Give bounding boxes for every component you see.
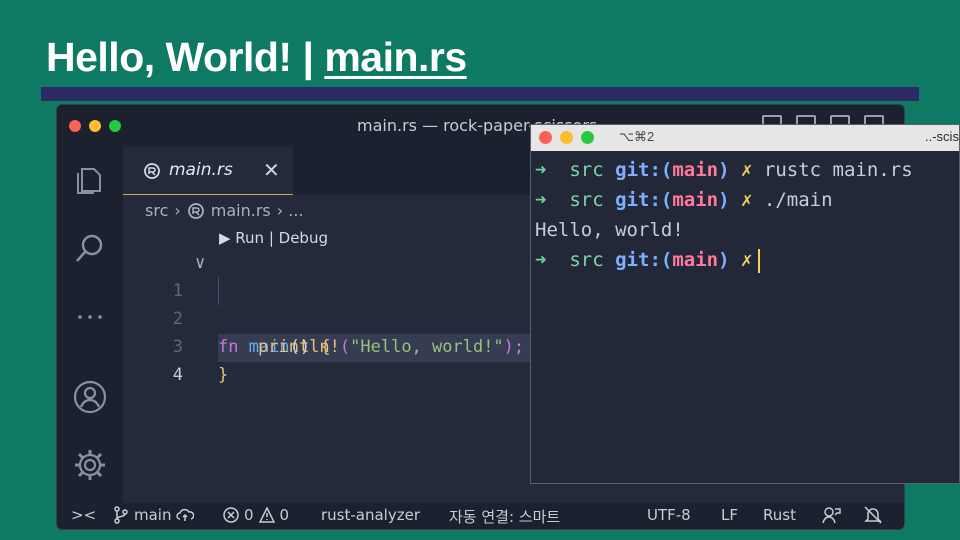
warning-icon bbox=[258, 507, 275, 523]
terminal-line: ➜ src git:(main) ✗ rustc main.rs bbox=[535, 155, 913, 185]
terminal-line: ➜ src git:(main) ✗ bbox=[535, 245, 913, 275]
branch-label: main bbox=[134, 506, 172, 524]
prompt-arrow-icon: ➜ bbox=[535, 159, 547, 181]
error-count: 0 bbox=[244, 506, 254, 524]
code-line: 1 ∨ fn main() { bbox=[123, 249, 533, 357]
status-bar: >< main 0 0 rust-analyzer 자동 연결: 스마트 UTF… bbox=[57, 503, 904, 529]
sync-cloud-icon[interactable] bbox=[176, 507, 195, 523]
prompt-paren: ( bbox=[660, 189, 673, 211]
eol-status[interactable]: LF bbox=[721, 506, 738, 524]
terminal-titlebar: ⌥⌘2 ..-scis bbox=[531, 125, 959, 151]
rust-file-icon bbox=[144, 163, 160, 179]
prompt-dirty-icon: ✗ bbox=[741, 249, 753, 271]
remote-indicator-label: >< bbox=[71, 506, 97, 524]
tab-label: main.rs bbox=[169, 160, 233, 180]
terminal-window-controls bbox=[539, 131, 594, 144]
maximize-window-button[interactable] bbox=[109, 120, 121, 132]
breadcrumb-separator: › bbox=[174, 201, 181, 220]
language-status[interactable]: Rust bbox=[763, 506, 796, 524]
slide-title: Hello, World! | main.rs bbox=[46, 34, 467, 81]
explorer-icon[interactable] bbox=[72, 163, 108, 199]
git-branch-icon bbox=[114, 506, 128, 524]
encoding-status[interactable]: UTF-8 bbox=[647, 506, 691, 524]
slide-title-prefix: Hello, World! | bbox=[46, 34, 325, 80]
warning-count: 0 bbox=[279, 506, 290, 524]
prompt-branch: main bbox=[672, 159, 719, 181]
terminal-command: ./main bbox=[763, 189, 833, 211]
notifications-muted-icon[interactable] bbox=[863, 506, 883, 524]
prompt-dir: src bbox=[569, 159, 604, 181]
window-controls bbox=[69, 120, 121, 132]
tab-main-rs[interactable]: main.rs ✕ bbox=[123, 147, 293, 195]
language-label: Rust bbox=[763, 506, 796, 524]
terminal-cursor bbox=[758, 248, 761, 273]
prompt-dirty-icon: ✗ bbox=[741, 189, 753, 211]
terminal-window: ⌥⌘2 ..-scis ➜ src git:(main) ✗ rustc mai… bbox=[530, 124, 960, 484]
rust-file-icon bbox=[187, 202, 204, 219]
line-number: 4 bbox=[172, 365, 183, 385]
activity-bar bbox=[57, 147, 123, 505]
prompt-git: git: bbox=[615, 189, 661, 211]
remote-indicator-icon[interactable]: >< bbox=[71, 506, 96, 524]
gear-icon[interactable] bbox=[72, 447, 108, 483]
close-tab-icon[interactable]: ✕ bbox=[263, 158, 280, 182]
fold-chevron-icon[interactable]: ∨ bbox=[195, 249, 205, 277]
terminal-maximize-button[interactable] bbox=[581, 131, 594, 144]
minimize-window-button[interactable] bbox=[89, 120, 101, 132]
prompt-branch: main bbox=[672, 189, 719, 211]
breadcrumb: src › main.rs › ... bbox=[145, 201, 304, 220]
rust-analyzer-status[interactable]: rust-analyzer bbox=[321, 506, 420, 524]
prompt-paren: ) bbox=[718, 249, 730, 271]
prompt-paren: ( bbox=[660, 159, 673, 181]
prompt-paren: ) bbox=[718, 189, 730, 211]
terminal-line: ➜ src git:(main) ✗ ./main bbox=[535, 185, 913, 215]
search-icon[interactable] bbox=[72, 231, 108, 267]
slide-title-file: main.rs bbox=[324, 34, 467, 80]
prompt-branch: main bbox=[672, 249, 719, 271]
autosave-status[interactable]: 자동 연결: 스마트 bbox=[449, 506, 560, 527]
prompt-paren: ) bbox=[718, 159, 730, 181]
problems-status[interactable]: 0 0 bbox=[223, 506, 289, 524]
account-icon[interactable] bbox=[72, 379, 108, 415]
run-debug-codelens[interactable]: ▶ Run | Debug bbox=[219, 229, 328, 247]
close-window-button[interactable] bbox=[69, 120, 81, 132]
terminal-close-button[interactable] bbox=[539, 131, 552, 144]
prompt-git: git: bbox=[615, 159, 661, 181]
branch-status[interactable]: main bbox=[113, 506, 195, 524]
error-icon bbox=[223, 507, 239, 523]
terminal-program-output: Hello, world! bbox=[535, 219, 684, 241]
prompt-paren: ( bbox=[660, 249, 673, 271]
prompt-arrow-icon: ➜ bbox=[535, 189, 547, 211]
prompt-dir: src bbox=[569, 189, 604, 211]
terminal-line: Hello, world! bbox=[535, 215, 913, 245]
terminal-title: ..-scis bbox=[925, 129, 959, 144]
feedback-icon[interactable] bbox=[821, 506, 841, 524]
terminal-shortcut: ⌥⌘2 bbox=[619, 129, 655, 144]
eol-label: LF bbox=[721, 506, 738, 524]
prompt-git: git: bbox=[615, 249, 661, 271]
encoding-label: UTF-8 bbox=[647, 506, 691, 524]
accent-stripe bbox=[41, 87, 919, 101]
code-line: 4 bbox=[123, 333, 533, 385]
prompt-arrow-icon: ➜ bbox=[535, 249, 547, 271]
breadcrumb-file[interactable]: main.rs bbox=[211, 201, 271, 220]
prompt-dirty-icon: ✗ bbox=[741, 159, 753, 181]
terminal-minimize-button[interactable] bbox=[560, 131, 573, 144]
breadcrumb-more[interactable]: › ... bbox=[277, 201, 304, 220]
rust-analyzer-label: rust-analyzer bbox=[321, 506, 420, 524]
code-line: 3 } bbox=[123, 305, 533, 385]
code-line: 2 println!("Hello, world!"); bbox=[123, 277, 533, 357]
autosave-label: 자동 연결: 스마트 bbox=[449, 508, 561, 526]
code-brace: } bbox=[218, 365, 229, 385]
terminal-command: rustc main.rs bbox=[763, 159, 913, 181]
prompt-dir: src bbox=[569, 249, 604, 271]
terminal-output[interactable]: ➜ src git:(main) ✗ rustc main.rs ➜ src g… bbox=[535, 155, 913, 275]
breadcrumb-folder[interactable]: src bbox=[145, 201, 168, 220]
more-icon[interactable] bbox=[72, 299, 108, 335]
